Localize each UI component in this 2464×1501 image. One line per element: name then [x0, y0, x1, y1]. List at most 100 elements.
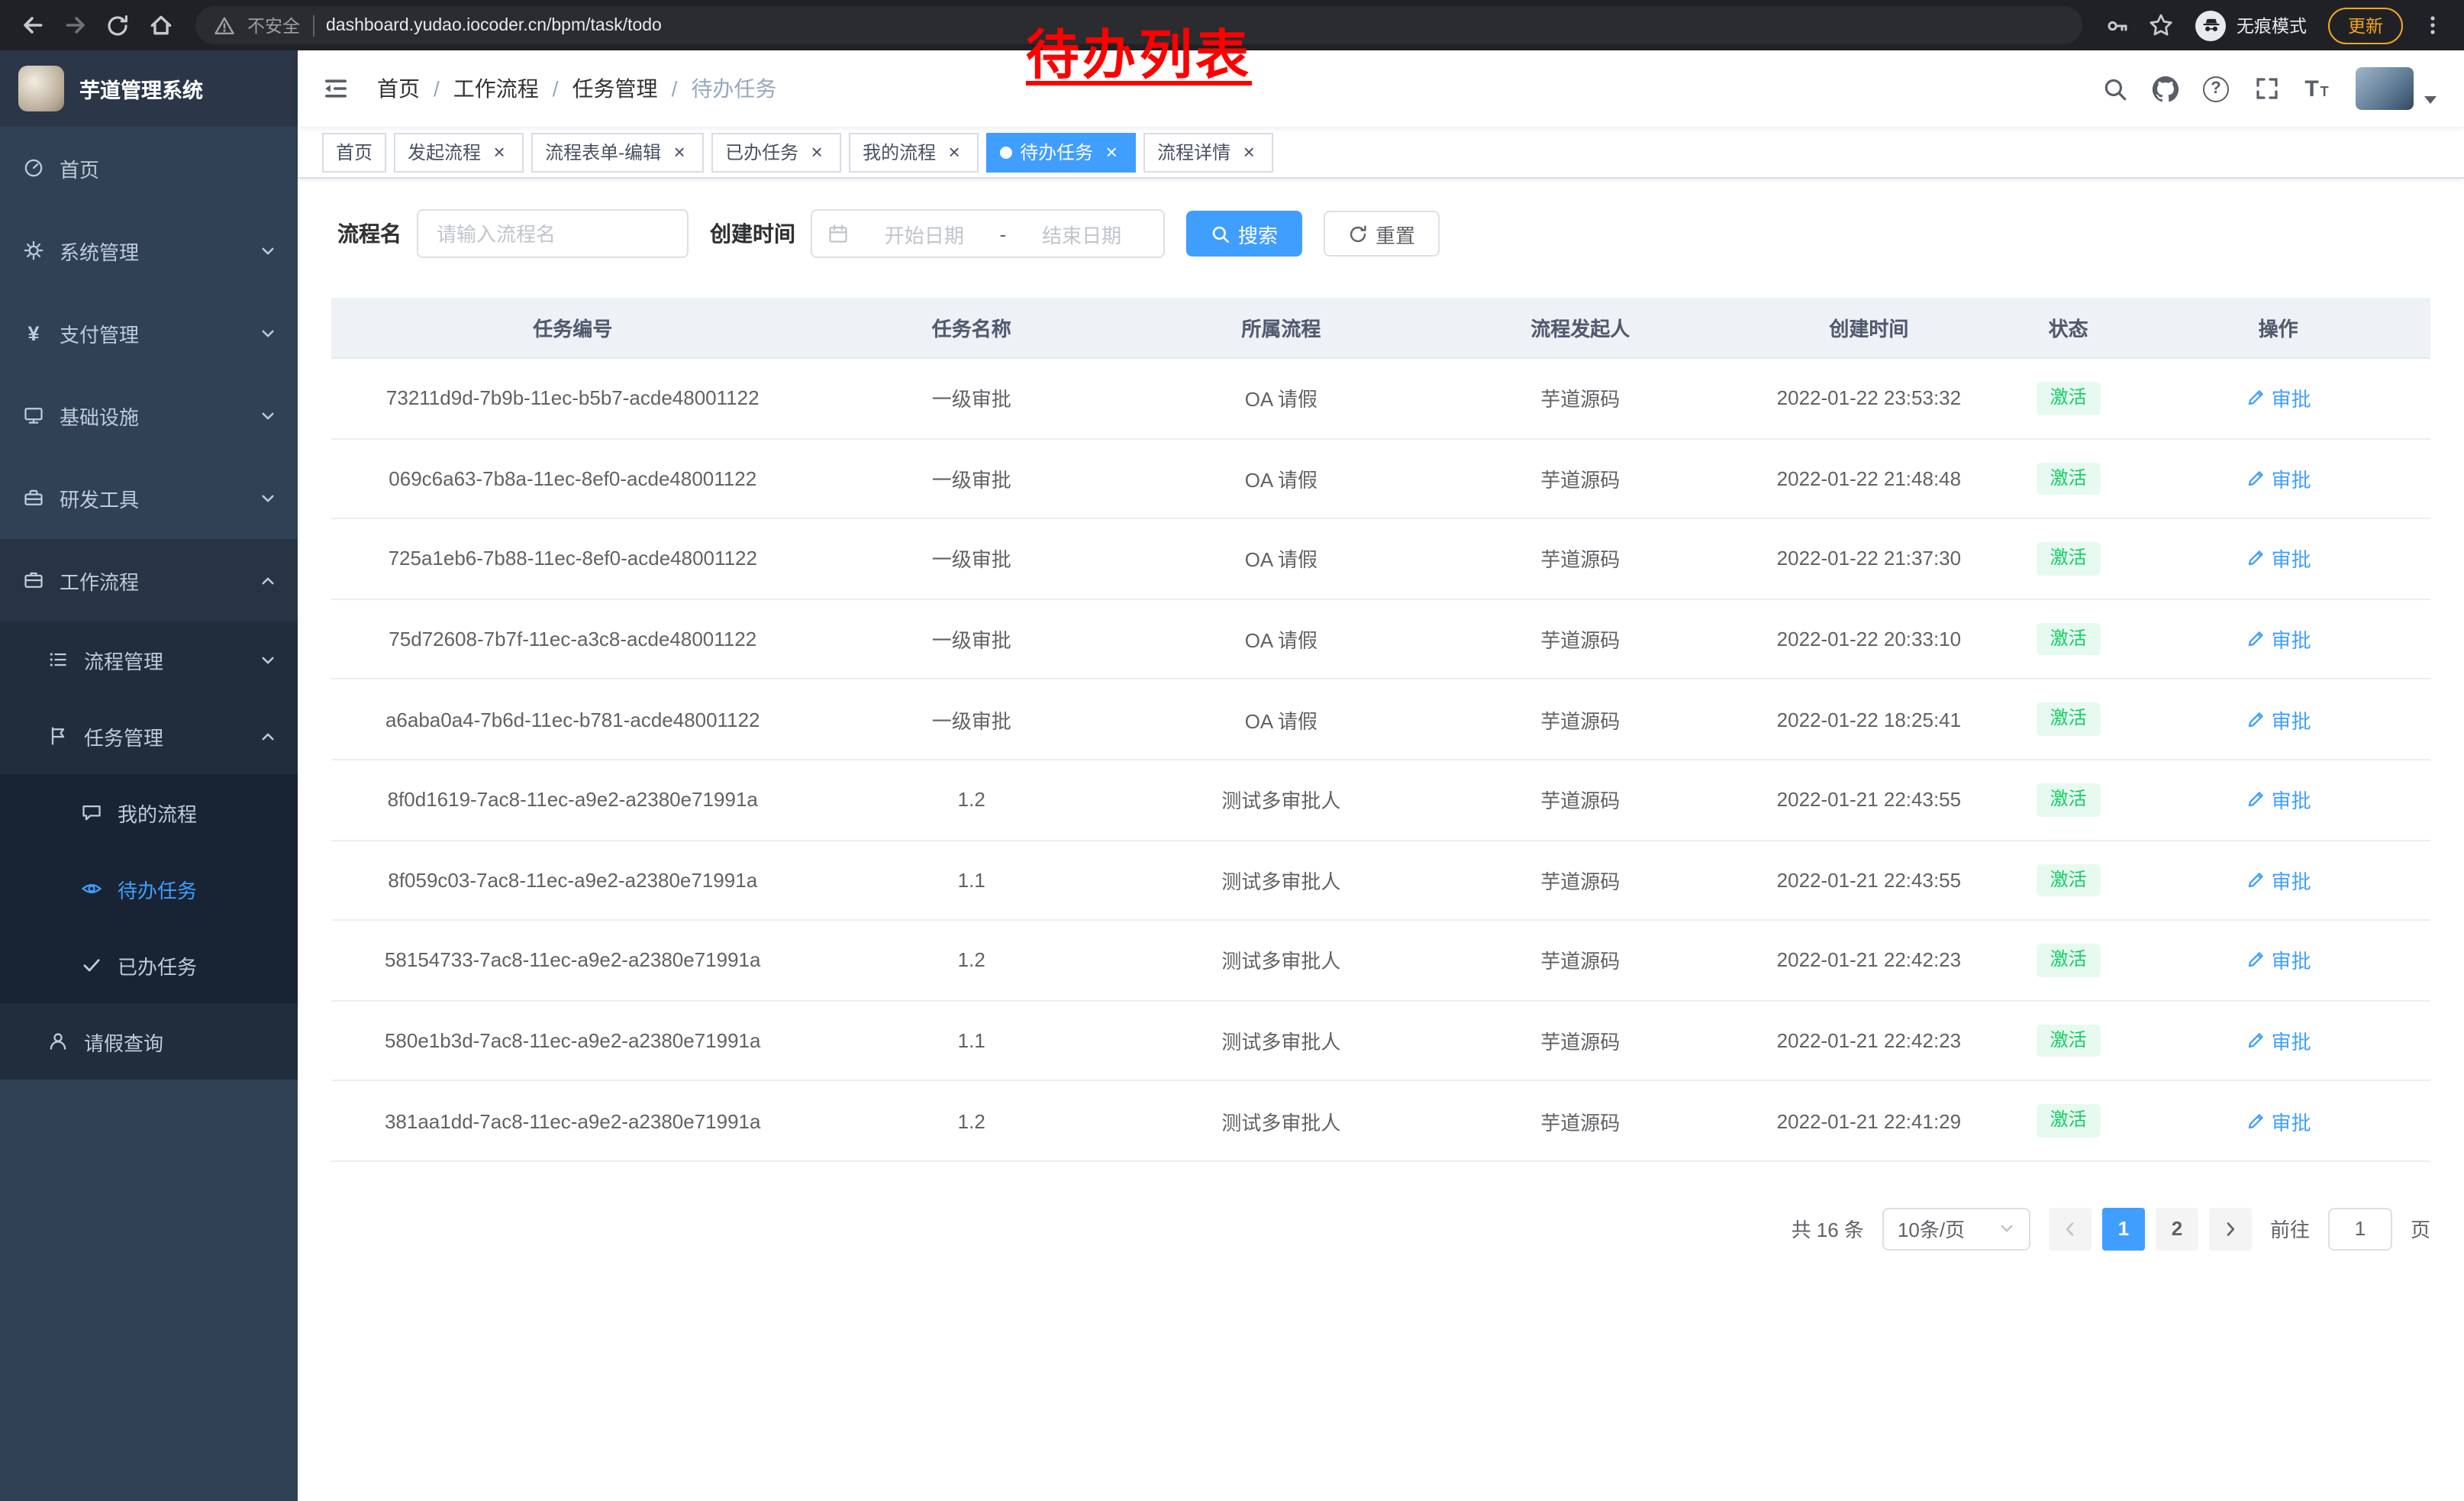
approve-link[interactable]: 审批	[2246, 866, 2311, 895]
forward-button[interactable]	[55, 5, 95, 45]
breadcrumb-home[interactable]: 首页	[377, 73, 420, 104]
reload-button[interactable]	[98, 5, 137, 45]
sidebar-item-task-management[interactable]: 任务管理	[0, 698, 298, 774]
tab-todo-tasks[interactable]: 待办任务 ×	[986, 132, 1136, 172]
sidebar-item-payment[interactable]: ¥ 支付管理	[0, 292, 298, 374]
page-size-value: 10条/页	[1898, 1215, 1965, 1244]
tab-process-detail[interactable]: 流程详情 ×	[1143, 132, 1273, 172]
breadcrumb-separator: /	[553, 76, 559, 101]
back-button[interactable]	[12, 5, 52, 45]
close-icon[interactable]: ×	[489, 141, 510, 163]
breadcrumb-workflow[interactable]: 工作流程	[453, 73, 539, 104]
cell-task-id: 75d72608-7b7f-11ec-a3c8-acde48001122	[331, 599, 814, 679]
tab-my-process[interactable]: 我的流程 ×	[849, 132, 979, 172]
address-bar[interactable]: 不安全 dashboard.yudao.iocoder.cn/bpm/task/…	[195, 6, 2082, 44]
approve-link[interactable]: 审批	[2246, 1106, 2311, 1135]
approve-link[interactable]: 审批	[2246, 786, 2311, 815]
cell-actions: 审批	[2126, 518, 2430, 599]
breadcrumb-separator: /	[672, 76, 678, 101]
date-range-picker[interactable]: 开始日期 - 结束日期	[811, 209, 1165, 258]
approve-link-label: 审批	[2272, 384, 2311, 413]
question-icon: ?	[2203, 76, 2229, 102]
approve-link-label: 审批	[2272, 544, 2311, 573]
help-button[interactable]: ?	[2192, 65, 2240, 112]
cell-task-name: 1.2	[814, 760, 1130, 840]
close-icon[interactable]: ×	[806, 141, 827, 163]
approve-link[interactable]: 审批	[2246, 464, 2311, 493]
close-icon[interactable]: ×	[1238, 141, 1259, 163]
update-button[interactable]: 更新	[2328, 7, 2403, 44]
breadcrumb-task-management[interactable]: 任务管理	[572, 73, 658, 104]
sidebar-item-my-process[interactable]: 我的流程	[0, 774, 298, 851]
sidebar-item-label: 流程管理	[84, 645, 246, 674]
sidebar-item-system[interactable]: 系统管理	[0, 209, 298, 292]
search-button[interactable]: 搜索	[1186, 211, 1302, 257]
approve-link[interactable]: 审批	[2246, 625, 2311, 654]
table-row: 8f059c03-7ac8-11ec-a9e2-a2380e71991a 1.1…	[331, 840, 2430, 920]
password-key-button[interactable]	[2098, 5, 2137, 45]
cell-task-name: 1.1	[814, 840, 1130, 920]
sidebar-item-home[interactable]: 首页	[0, 127, 298, 209]
goto-page-input[interactable]	[2328, 1208, 2392, 1251]
sidebar-toggle[interactable]	[322, 75, 350, 102]
chevron-down-icon	[260, 324, 276, 341]
dashboard-icon	[21, 157, 46, 179]
page-button-1[interactable]: 1	[2102, 1208, 2145, 1251]
cell-process: 测试多审批人	[1129, 760, 1434, 840]
sidebar-item-process-management[interactable]: 流程管理	[0, 621, 298, 698]
table-row: a6aba0a4-7b6d-11ec-b781-acde48001122 一级审…	[331, 679, 2430, 760]
tab-done-tasks[interactable]: 已办任务 ×	[711, 132, 841, 172]
cell-status: 激活	[2011, 679, 2126, 760]
close-icon[interactable]: ×	[1101, 141, 1122, 163]
approve-link[interactable]: 审批	[2246, 705, 2311, 734]
cell-create-time: 2022-01-21 22:43:55	[1727, 760, 2011, 840]
sidebar-item-done-tasks[interactable]: 已办任务	[0, 927, 298, 1003]
header-search-button[interactable]	[2091, 65, 2139, 112]
browser-menu-button[interactable]	[2412, 5, 2452, 45]
approve-link[interactable]: 审批	[2246, 946, 2311, 975]
user-avatar[interactable]	[2356, 67, 2414, 110]
sidebar-item-dev-tools[interactable]: 研发工具	[0, 457, 298, 539]
approve-link[interactable]: 审批	[2246, 544, 2311, 573]
start-date-placeholder: 开始日期	[858, 219, 991, 248]
fullscreen-button[interactable]	[2243, 65, 2290, 112]
cell-process: 测试多审批人	[1129, 1081, 1434, 1161]
cell-actions: 审批	[2126, 679, 2430, 760]
sidebar-item-label: 已办任务	[118, 951, 276, 980]
approve-link[interactable]: 审批	[2246, 1026, 2311, 1055]
sidebar-item-todo-tasks[interactable]: 待办任务	[0, 851, 298, 927]
edit-pencil-icon	[2246, 549, 2266, 569]
status-badge: 激活	[2037, 462, 2101, 495]
sidebar-item-leave-query[interactable]: 请假查询	[0, 1003, 298, 1080]
chevron-right-icon	[2221, 1220, 2240, 1238]
cell-starter: 芋道源码	[1434, 840, 1727, 920]
close-icon[interactable]: ×	[669, 141, 690, 163]
prev-page-button[interactable]	[2049, 1208, 2091, 1251]
home-button[interactable]	[140, 5, 180, 45]
github-button[interactable]	[2142, 65, 2189, 112]
cell-starter: 芋道源码	[1434, 518, 1727, 599]
process-name-input[interactable]	[417, 209, 689, 258]
bookmark-star-button[interactable]	[2140, 5, 2180, 45]
cell-task-id: 069c6a63-7b8a-11ec-8ef0-acde48001122	[331, 438, 814, 518]
page-button-2[interactable]: 2	[2156, 1208, 2198, 1251]
cell-create-time: 2022-01-22 21:37:30	[1727, 518, 2011, 599]
sidebar-item-infrastructure[interactable]: 基础设施	[0, 374, 298, 457]
cell-task-id: 8f059c03-7ac8-11ec-a9e2-a2380e71991a	[331, 840, 814, 920]
forward-icon	[62, 12, 88, 38]
tab-process-form-edit[interactable]: 流程表单-编辑 ×	[531, 132, 704, 172]
page-size-select[interactable]: 10条/页	[1882, 1208, 2030, 1251]
tab-start-process[interactable]: 发起流程 ×	[394, 132, 524, 172]
font-size-button[interactable]: TT	[2293, 65, 2340, 112]
sidebar-item-workflow[interactable]: 工作流程	[0, 539, 298, 621]
tab-home[interactable]: 首页	[322, 132, 386, 172]
cell-actions: 审批	[2126, 760, 2430, 840]
approve-link[interactable]: 审批	[2246, 384, 2311, 413]
reset-button[interactable]: 重置	[1324, 211, 1440, 257]
cell-process: OA 请假	[1129, 358, 1434, 438]
close-icon[interactable]: ×	[943, 141, 965, 163]
header-process: 所属流程	[1129, 298, 1434, 358]
process-name-label: 流程名	[337, 218, 402, 249]
status-badge: 激活	[2037, 783, 2101, 816]
next-page-button[interactable]	[2209, 1208, 2252, 1251]
